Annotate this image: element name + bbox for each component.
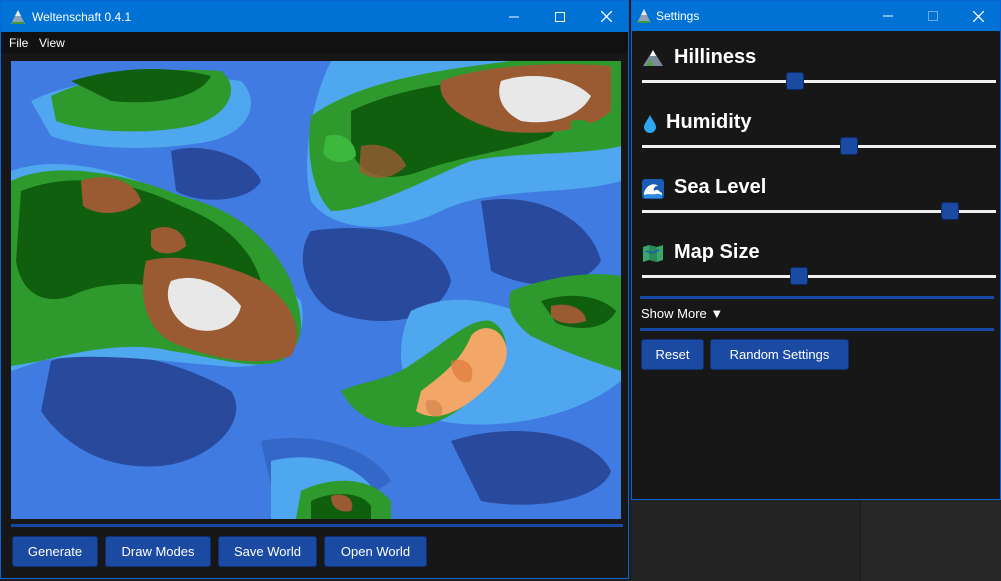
background-panel xyxy=(631,500,859,581)
main-window: Weltenschaft 0.4.1 File View Generate Dr… xyxy=(0,0,629,579)
world-map[interactable] xyxy=(11,61,621,519)
app-icon xyxy=(636,8,652,29)
world-map-image xyxy=(11,61,621,519)
slider-thumb[interactable] xyxy=(789,267,808,285)
sea-level-slider[interactable] xyxy=(642,202,996,220)
mountain-icon xyxy=(642,49,664,73)
generate-button[interactable]: Generate xyxy=(12,536,98,567)
close-icon xyxy=(972,10,984,22)
water-drop-icon xyxy=(642,114,658,140)
close-button[interactable] xyxy=(955,1,1001,31)
close-button[interactable] xyxy=(583,1,629,32)
slider-thumb[interactable] xyxy=(941,202,960,220)
minimize-button[interactable] xyxy=(491,1,537,32)
main-titlebar[interactable]: Weltenschaft 0.4.1 xyxy=(1,1,628,32)
setting-label: Hilliness xyxy=(674,46,757,68)
minimize-icon xyxy=(883,15,893,17)
open-world-button[interactable]: Open World xyxy=(324,536,427,567)
maximize-icon xyxy=(928,11,938,21)
map-icon xyxy=(642,244,664,268)
separator xyxy=(11,524,623,527)
maximize-icon xyxy=(555,11,565,22)
close-icon xyxy=(600,11,612,22)
maximize-button xyxy=(910,1,956,31)
settings-titlebar[interactable]: Settings xyxy=(632,1,1000,31)
slider-thumb[interactable] xyxy=(786,72,805,90)
separator xyxy=(640,296,994,299)
settings-window: Settings Hilliness Humidity Sea Level Ma… xyxy=(631,0,1001,500)
humidity-slider[interactable] xyxy=(642,137,996,155)
app-icon xyxy=(10,9,26,30)
minimize-button[interactable] xyxy=(865,1,911,31)
random-settings-button[interactable]: Random Settings xyxy=(710,339,849,370)
setting-label: Map Size xyxy=(674,241,760,263)
hilliness-slider[interactable] xyxy=(642,72,996,90)
window-title: Weltenschaft 0.4.1 xyxy=(32,10,132,24)
maximize-button[interactable] xyxy=(537,1,583,32)
menu-view[interactable]: View xyxy=(39,36,65,50)
wave-icon xyxy=(642,179,664,205)
show-more-toggle[interactable]: Show More ▼ xyxy=(641,306,723,321)
menu-file[interactable]: File xyxy=(9,36,28,50)
separator xyxy=(640,328,994,331)
save-world-button[interactable]: Save World xyxy=(218,536,317,567)
background-panel xyxy=(861,500,1001,581)
minimize-icon xyxy=(509,16,519,17)
setting-label: Sea Level xyxy=(674,176,767,198)
window-title: Settings xyxy=(656,9,700,23)
reset-button[interactable]: Reset xyxy=(641,339,704,370)
slider-thumb[interactable] xyxy=(840,137,859,155)
menu-bar: File View xyxy=(1,32,628,53)
setting-label: Humidity xyxy=(666,111,752,133)
map-size-slider[interactable] xyxy=(642,267,996,285)
draw-modes-button[interactable]: Draw Modes xyxy=(105,536,211,567)
